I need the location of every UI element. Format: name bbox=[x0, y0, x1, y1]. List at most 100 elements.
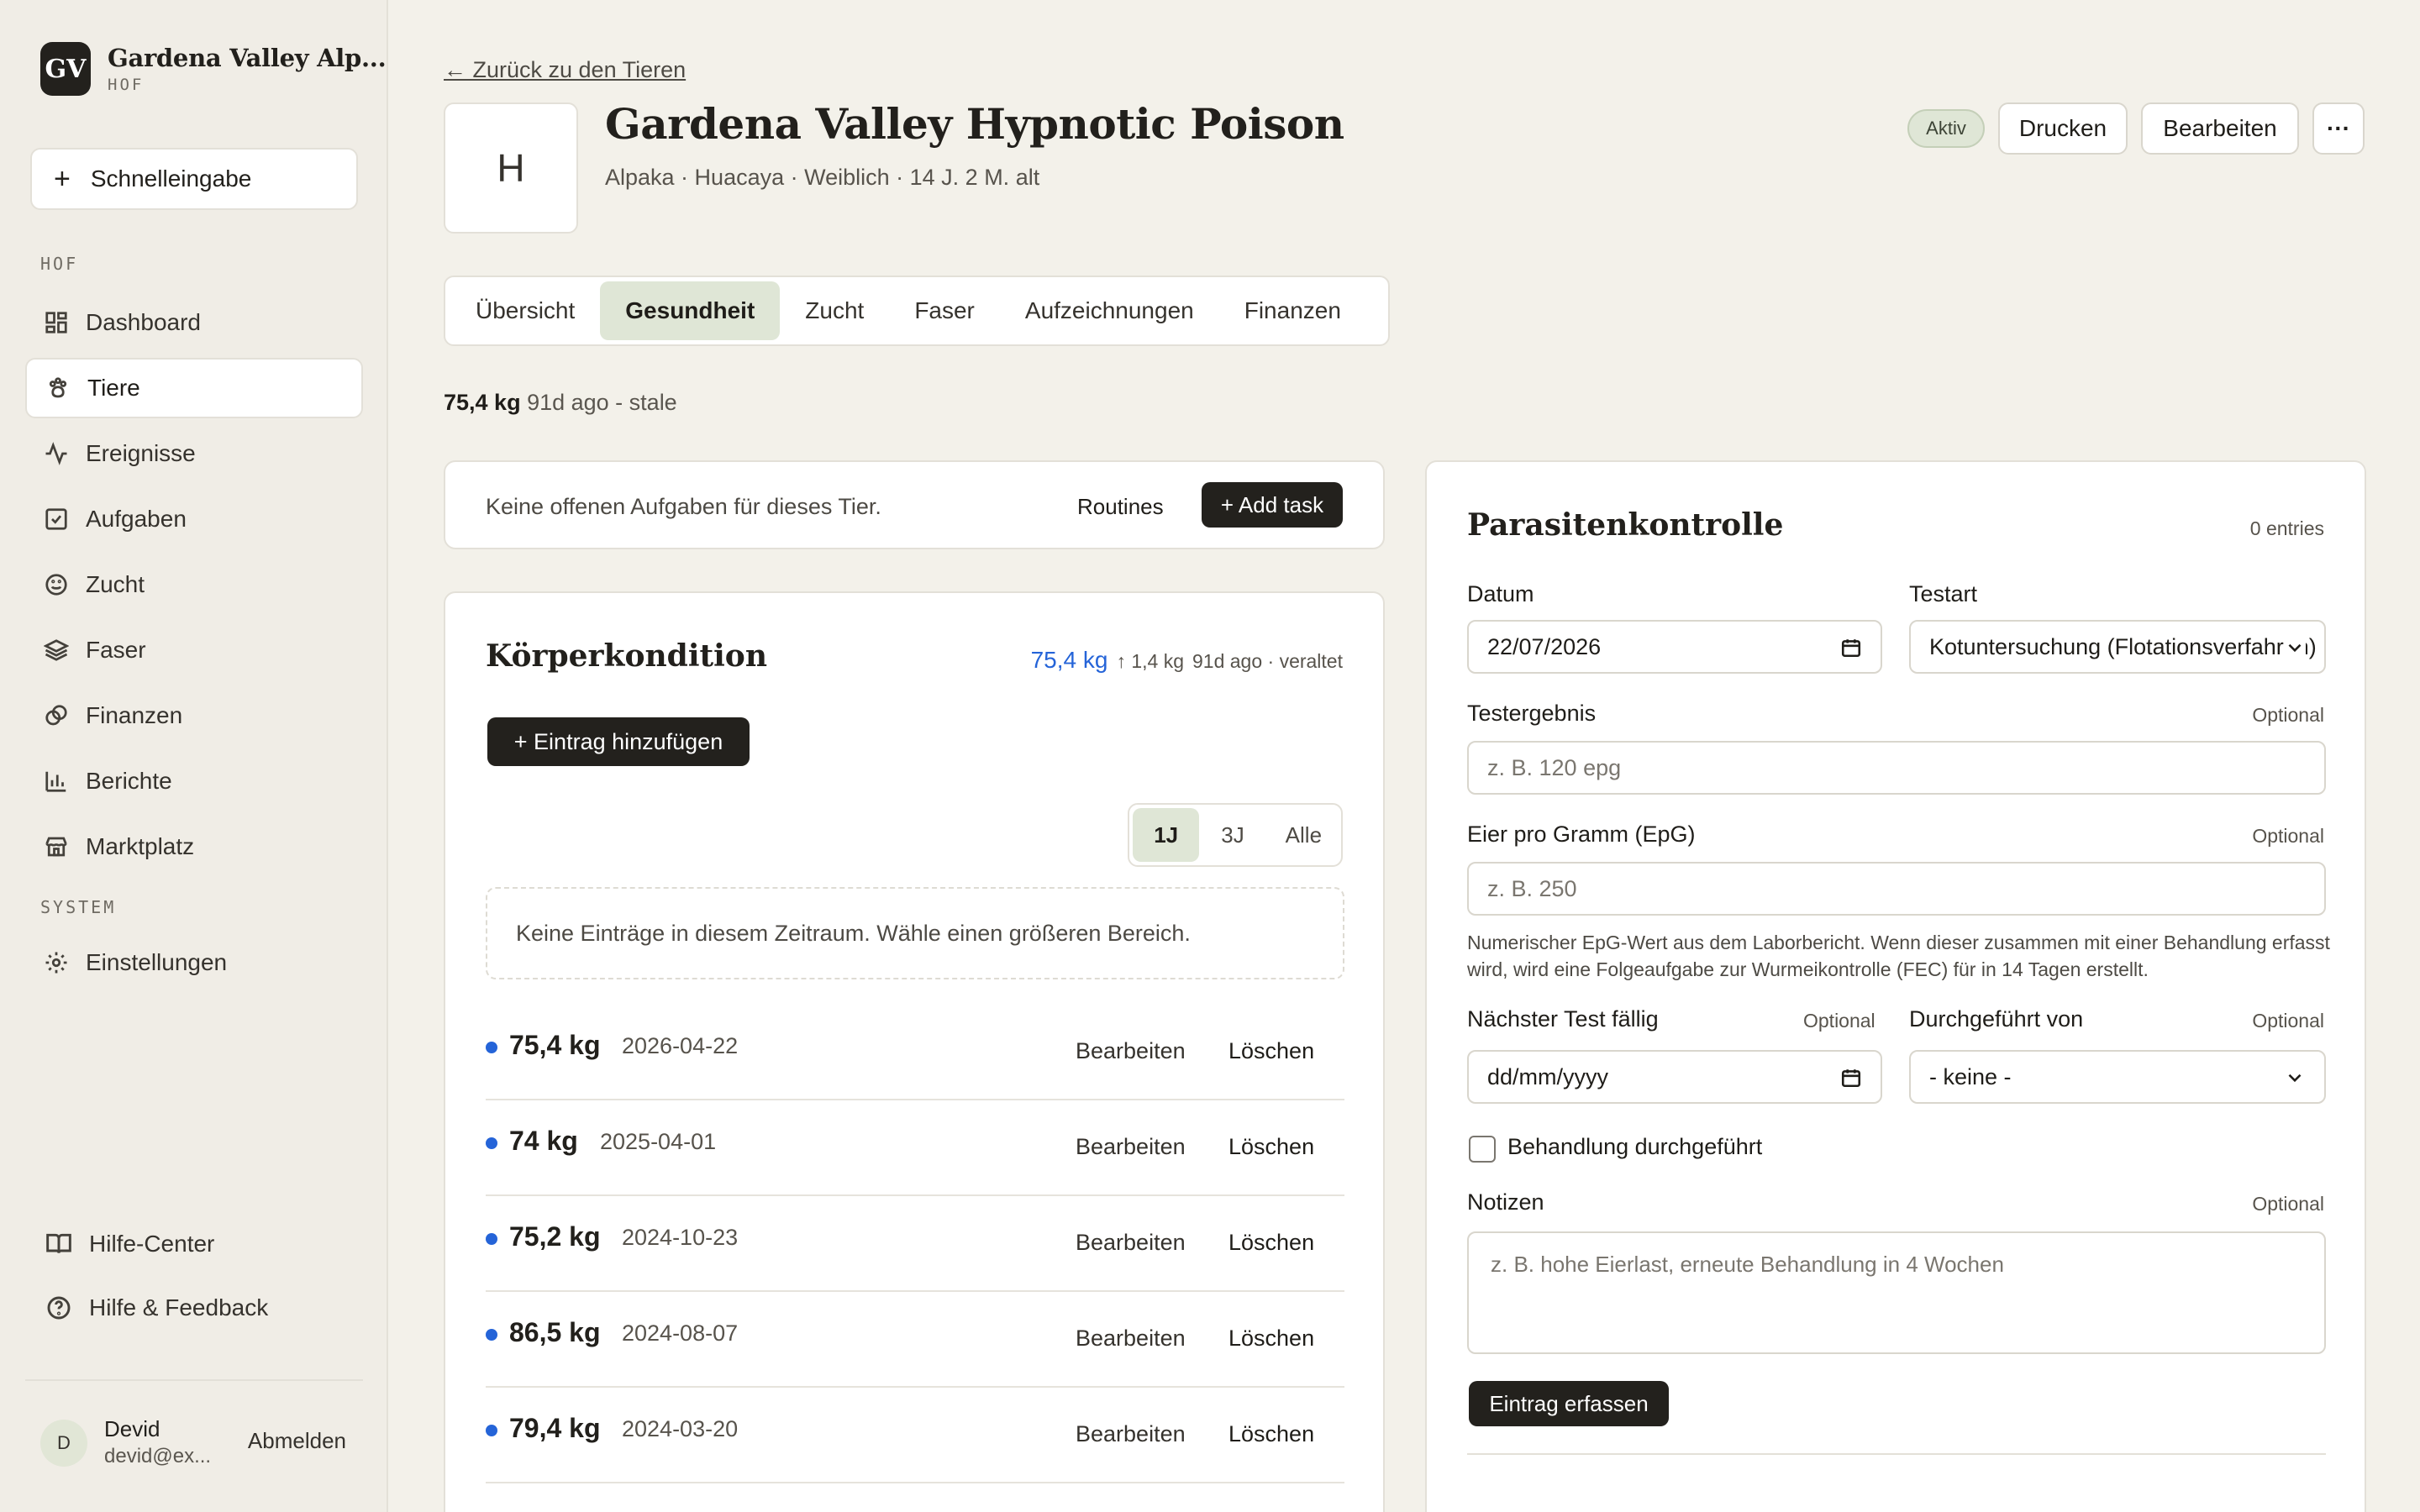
range-1j[interactable]: 1J bbox=[1133, 808, 1200, 862]
entry-weight: 79,4 kg bbox=[509, 1413, 601, 1443]
entry-date: 2024-03-20 bbox=[622, 1416, 739, 1441]
entry-date: 2026-04-22 bbox=[622, 1033, 739, 1058]
sidebar-item-label: Einstellungen bbox=[86, 949, 228, 975]
date-label: Datum bbox=[1467, 581, 1534, 606]
sidebar: GV Gardena Valley Alp... HOF + Schnellei… bbox=[0, 0, 388, 1512]
weight-summary: 75,4 kg 91d ago - stale bbox=[444, 390, 677, 416]
sidebar-item-ereignisse[interactable]: Ereignisse bbox=[25, 423, 363, 484]
entry-weight: 74 kg bbox=[509, 1126, 578, 1156]
entry-delete-button[interactable]: Löschen bbox=[1228, 1230, 1314, 1256]
result-input[interactable]: z. B. 120 epg bbox=[1467, 741, 2326, 795]
quick-add-label: Schnelleingabe bbox=[90, 165, 252, 192]
weight-entry-row: 79,4 kg 2024-03-20 Bearbeiten Löschen bbox=[486, 1388, 1344, 1483]
optional-tag: Optional bbox=[2252, 1193, 2324, 1215]
entry-delete-button[interactable]: Löschen bbox=[1228, 1326, 1314, 1352]
weight-age: 91d ago · veraltet bbox=[1192, 650, 1343, 672]
tasks-card: Keine offenen Aufgaben für dieses Tier. … bbox=[444, 460, 1385, 549]
treatment-checkbox[interactable] bbox=[1469, 1136, 1496, 1163]
help-feedback-label: Hilfe & Feedback bbox=[89, 1294, 269, 1320]
help-center-link[interactable]: Hilfe-Center bbox=[45, 1223, 214, 1265]
optional-tag: Optional bbox=[2252, 1010, 2324, 1032]
tab-faser[interactable]: Faser bbox=[889, 281, 1000, 340]
brand[interactable]: GV Gardena Valley Alp... HOF bbox=[40, 42, 387, 96]
avatar: D bbox=[40, 1420, 87, 1467]
tab-zucht[interactable]: Zucht bbox=[780, 281, 889, 340]
current-weight: 75,4 kg bbox=[1030, 647, 1108, 673]
submit-entry-button[interactable]: Eintrag erfassen bbox=[1469, 1381, 1669, 1426]
sidebar-item-label: Faser bbox=[86, 637, 146, 663]
sidebar-item-berichte[interactable]: Berichte bbox=[25, 751, 363, 811]
entry-edit-button[interactable]: Bearbeiten bbox=[1076, 1230, 1186, 1256]
paw-icon bbox=[44, 374, 72, 402]
layers-icon bbox=[42, 636, 71, 664]
body-condition-summary: 75,4 kg ↑ 1,4 kg 91d ago · veraltet bbox=[1031, 647, 1343, 674]
help-feedback-link[interactable]: Hilfe & Feedback bbox=[45, 1287, 268, 1329]
bar-chart-icon bbox=[42, 767, 71, 795]
tab-gesundheit[interactable]: Gesundheit bbox=[600, 281, 781, 340]
sidebar-item-label: Berichte bbox=[86, 768, 172, 794]
sidebar-item-tiere[interactable]: Tiere bbox=[25, 358, 363, 418]
sidebar-item-label: Ereignisse bbox=[86, 440, 196, 466]
add-task-button[interactable]: + Add task bbox=[1202, 482, 1343, 528]
grid-icon bbox=[42, 308, 71, 337]
entry-edit-button[interactable]: Bearbeiten bbox=[1076, 1326, 1186, 1352]
gear-icon bbox=[42, 948, 71, 977]
epg-hint: Numerischer EpG-Wert aus dem Laborberich… bbox=[1467, 932, 2330, 980]
sidebar-item-einstellungen[interactable]: Einstellungen bbox=[25, 932, 363, 993]
test-type-select[interactable]: Kotuntersuchung (Flotationsverfahren) bbox=[1909, 620, 2326, 674]
sidebar-item-aufgaben[interactable]: Aufgaben bbox=[25, 489, 363, 549]
result-label: Testergebnis bbox=[1467, 701, 1597, 726]
calendar-icon bbox=[1841, 1069, 1861, 1088]
entry-delete-button[interactable]: Löschen bbox=[1228, 1421, 1314, 1447]
parasite-title: Parasitenkontrolle bbox=[1467, 507, 1784, 543]
sidebar-item-zucht[interactable]: Zucht bbox=[25, 554, 363, 615]
quick-add-button[interactable]: + Schnelleingabe bbox=[30, 148, 358, 210]
page-subtitle: Alpaka · Huacaya · Weiblich · 14 J. 2 M.… bbox=[605, 165, 1040, 190]
notes-textarea[interactable]: z. B. hohe Eierlast, erneute Behandlung … bbox=[1467, 1231, 2326, 1354]
treatment-label: Behandlung durchgeführt bbox=[1507, 1134, 1763, 1159]
entry-delete-button[interactable]: Löschen bbox=[1228, 1038, 1314, 1064]
page-title: Gardena Valley Hypnotic Poison bbox=[605, 99, 1344, 149]
tab-uebersicht[interactable]: Übersicht bbox=[450, 281, 600, 340]
entry-edit-button[interactable]: Bearbeiten bbox=[1076, 1421, 1186, 1447]
entry-date: 2025-04-01 bbox=[600, 1129, 717, 1154]
sidebar-item-finanzen[interactable]: Finanzen bbox=[25, 685, 363, 746]
brand-logo: GV bbox=[40, 42, 91, 96]
nav-section-farm: HOF bbox=[40, 254, 79, 274]
logout-button[interactable]: Abmelden bbox=[248, 1428, 346, 1454]
date-input[interactable]: 22/07/2026 bbox=[1467, 620, 1882, 674]
print-button[interactable]: Drucken bbox=[1998, 102, 2128, 155]
performed-by-value: - keine - bbox=[1929, 1063, 2012, 1089]
weight-entry-row: 74 kg 2025-04-01 Bearbeiten Löschen bbox=[486, 1100, 1344, 1196]
sidebar-item-label: Marktplatz bbox=[86, 833, 195, 859]
chevron-down-icon bbox=[2288, 1074, 2302, 1083]
routines-button[interactable]: Routines bbox=[1077, 494, 1164, 520]
epg-input[interactable]: z. B. 250 bbox=[1467, 862, 2326, 916]
back-link[interactable]: ← Zurück zu den Tieren bbox=[444, 57, 686, 83]
entry-date: 2024-08-07 bbox=[622, 1320, 739, 1346]
sidebar-item-dashboard[interactable]: Dashboard bbox=[25, 292, 363, 353]
weight-entry-row: 75,4 kg 2026-04-22 Bearbeiten Löschen bbox=[486, 1005, 1344, 1100]
status-badge: Aktiv bbox=[1907, 109, 1985, 148]
weight-delta: ↑ 1,4 kg bbox=[1116, 650, 1184, 672]
chevron-down-icon bbox=[2284, 637, 2306, 659]
brand-subtitle: HOF bbox=[108, 76, 145, 94]
performed-by-select[interactable]: - keine - bbox=[1909, 1050, 2326, 1104]
entry-delete-button[interactable]: Löschen bbox=[1228, 1134, 1314, 1160]
add-entry-button[interactable]: + Eintrag hinzufügen bbox=[487, 717, 750, 766]
weight-entry-row: 75,2 kg 2024-10-23 Bearbeiten Löschen bbox=[486, 1196, 1344, 1292]
next-test-input[interactable]: dd/mm/yyyy bbox=[1467, 1050, 1882, 1104]
sidebar-item-faser[interactable]: Faser bbox=[25, 620, 363, 680]
range-alle[interactable]: Alle bbox=[1266, 808, 1341, 862]
range-3j[interactable]: 3J bbox=[1199, 808, 1265, 862]
series-dot bbox=[486, 1425, 497, 1436]
tab-finanzen[interactable]: Finanzen bbox=[1219, 281, 1366, 340]
tab-aufzeichnungen[interactable]: Aufzeichnungen bbox=[1000, 281, 1219, 340]
next-test-label: Nächster Test fällig bbox=[1467, 1006, 1659, 1032]
optional-tag: Optional bbox=[1803, 1010, 1876, 1032]
edit-button[interactable]: Bearbeiten bbox=[2141, 102, 2299, 155]
sidebar-item-marktplatz[interactable]: Marktplatz bbox=[25, 816, 363, 877]
entry-edit-button[interactable]: Bearbeiten bbox=[1076, 1038, 1186, 1064]
more-button[interactable]: ··· bbox=[2312, 102, 2365, 155]
entry-edit-button[interactable]: Bearbeiten bbox=[1076, 1134, 1186, 1160]
